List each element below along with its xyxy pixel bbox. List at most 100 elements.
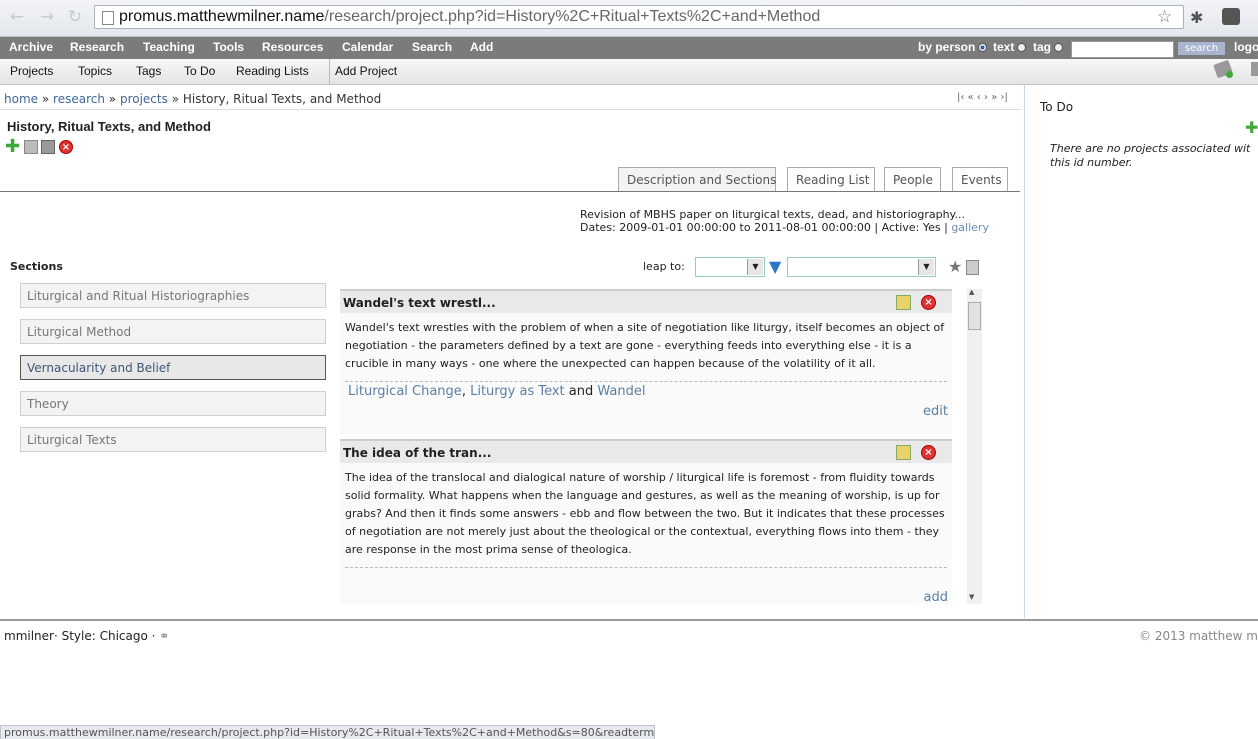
note-body: Wandel's text wrestles with the problem … (345, 321, 945, 370)
toolbar-icon[interactable] (1251, 62, 1258, 76)
tab-events[interactable]: Events (952, 167, 1008, 191)
search-tag-label: tag (1033, 40, 1063, 54)
todo-empty-message-line2: this id number. (1050, 156, 1133, 169)
scroll-up-icon[interactable]: ▲ (969, 288, 974, 296)
document-icon[interactable] (24, 140, 38, 154)
tag-link[interactable]: Liturgical Change (348, 384, 462, 399)
nav-tools[interactable]: Tools (213, 40, 244, 54)
edit-icon[interactable] (896, 295, 911, 310)
section-item[interactable]: Theory (20, 391, 326, 416)
tab-people[interactable]: People (884, 167, 941, 191)
breadcrumb-projects[interactable]: projects (120, 92, 168, 106)
scrollbar-thumb[interactable] (968, 302, 981, 330)
nav-resources[interactable]: Resources (262, 40, 323, 54)
pocket-icon[interactable] (1222, 8, 1240, 25)
section-item[interactable]: Liturgical Texts (20, 427, 326, 452)
footer-info: mmilner· Style: Chicago · ⚭ (4, 629, 169, 643)
subnav-projects[interactable]: Projects (10, 64, 53, 78)
by-person-text: by person (918, 40, 976, 54)
browser-toolbar: ← → ↻ promus.matthewmilner.name/research… (0, 0, 1258, 37)
search-input[interactable] (1071, 41, 1174, 58)
tab-reading-list[interactable]: Reading List (787, 167, 875, 191)
edit-icon[interactable] (896, 445, 911, 460)
url-host: promus.matthewmilner.name (119, 8, 325, 25)
star-icon[interactable]: ☆ (1157, 7, 1172, 27)
nav-search[interactable]: Search (412, 40, 452, 54)
extension-bug-icon[interactable]: ✱ (1190, 8, 1203, 27)
by-person-radio[interactable] (978, 43, 988, 52)
reload-icon[interactable]: ↻ (66, 8, 84, 26)
breadcrumb: home » research » projects » History, Ri… (0, 88, 1022, 110)
forward-icon[interactable]: → (38, 8, 56, 26)
subnav-add-project[interactable]: Add Project (335, 64, 397, 78)
tag-link[interactable]: Liturgy as Text (470, 384, 565, 399)
subnav-topics[interactable]: Topics (78, 64, 112, 78)
delete-icon[interactable]: × (921, 295, 936, 310)
subnav-tags[interactable]: Tags (136, 64, 161, 78)
tab-description-sections[interactable]: Description and Sections (618, 167, 776, 191)
main-nav: Archive Research Teaching Tools Resource… (0, 37, 1258, 59)
footer-style-text: mmilner· Style: Chicago · (4, 629, 156, 643)
chevron-down-icon: ▼ (747, 259, 763, 275)
tag-option-text: tag (1033, 40, 1051, 54)
breadcrumb-home[interactable]: home (4, 92, 38, 106)
edit-link[interactable]: edit (923, 404, 948, 419)
add-link[interactable]: add (924, 590, 948, 605)
browser-status-bar: promus.matthewmilner.name/research/proje… (0, 725, 655, 739)
tag-radio[interactable] (1054, 43, 1063, 52)
section-item-selected[interactable]: Vernacularity and Belief (20, 355, 326, 380)
search-button[interactable]: search (1178, 42, 1225, 55)
subnav-todo[interactable]: To Do (184, 64, 215, 78)
star-icon[interactable]: ★ (948, 258, 962, 276)
add-note-icon[interactable] (966, 260, 979, 275)
note-title: Wandel's text wrestl... (340, 289, 952, 313)
note-divider (345, 567, 947, 568)
tag-link[interactable]: Wandel (597, 384, 645, 399)
project-description: Revision of MBHS paper on liturgical tex… (580, 208, 965, 221)
filter-icon[interactable]: ▼ (769, 258, 781, 276)
scroll-down-icon[interactable]: ▼ (969, 593, 974, 601)
nav-archive[interactable]: Archive (9, 40, 53, 54)
add-todo-icon[interactable]: ✚ (1245, 118, 1258, 137)
nav-teaching[interactable]: Teaching (143, 40, 195, 54)
add-icon[interactable]: ✚ (5, 138, 20, 156)
tab-divider (0, 191, 1020, 192)
breadcrumb-research[interactable]: research (53, 92, 105, 106)
todo-panel: To Do ✚ There are no projects associated… (1024, 84, 1258, 618)
leap-to-select[interactable]: ▼ (695, 257, 765, 277)
search-by-person-label: by person (918, 40, 988, 54)
address-bar[interactable]: promus.matthewmilner.name/research/proje… (94, 5, 1184, 29)
nav-calendar[interactable]: Calendar (342, 40, 393, 54)
back-icon[interactable]: ← (8, 8, 26, 26)
subnav-divider (329, 59, 330, 84)
gallery-link[interactable]: gallery (951, 221, 989, 234)
project-dates-text: Dates: 2009-01-01 00:00:00 to 2011-08-01… (580, 221, 948, 234)
nav-research[interactable]: Research (70, 40, 124, 54)
breadcrumb-sep: » (41, 92, 50, 106)
sections-heading: Sections (10, 260, 63, 273)
section-item[interactable]: Liturgical and Ritual Historiographies (20, 283, 326, 308)
text-radio[interactable] (1017, 43, 1027, 52)
note-card: Wandel's text wrestl... × Wandel's text … (340, 289, 952, 434)
subnav-reading-lists[interactable]: Reading Lists (236, 64, 309, 78)
filter-select[interactable]: ▼ (787, 257, 936, 277)
section-item[interactable]: Liturgical Method (20, 319, 326, 344)
todo-title: To Do (1040, 100, 1074, 114)
logout-link[interactable]: logo (1234, 40, 1258, 54)
breadcrumb-current: History, Ritual Texts, and Method (182, 92, 382, 106)
footer-divider (0, 619, 1258, 621)
delete-icon[interactable]: × (921, 445, 936, 460)
link-icon[interactable]: ⚭ (159, 629, 169, 643)
nav-add[interactable]: Add (470, 40, 493, 54)
url-text: promus.matthewmilner.name/research/proje… (119, 8, 820, 26)
note-body: The idea of the translocal and dialogica… (345, 471, 945, 556)
gear-document-icon[interactable] (41, 140, 55, 154)
tag-separator: , (461, 384, 466, 399)
page-title: History, Ritual Texts, and Method (7, 119, 211, 134)
delete-icon[interactable]: × (59, 140, 73, 154)
search-text-label: text (993, 40, 1027, 54)
notes-scrollbar[interactable] (967, 289, 982, 604)
page-icon (102, 11, 114, 25)
note-card: The idea of the tran... × The idea of th… (340, 439, 952, 605)
pager-controls[interactable]: |‹ « ‹ › » ›| (957, 92, 1008, 103)
